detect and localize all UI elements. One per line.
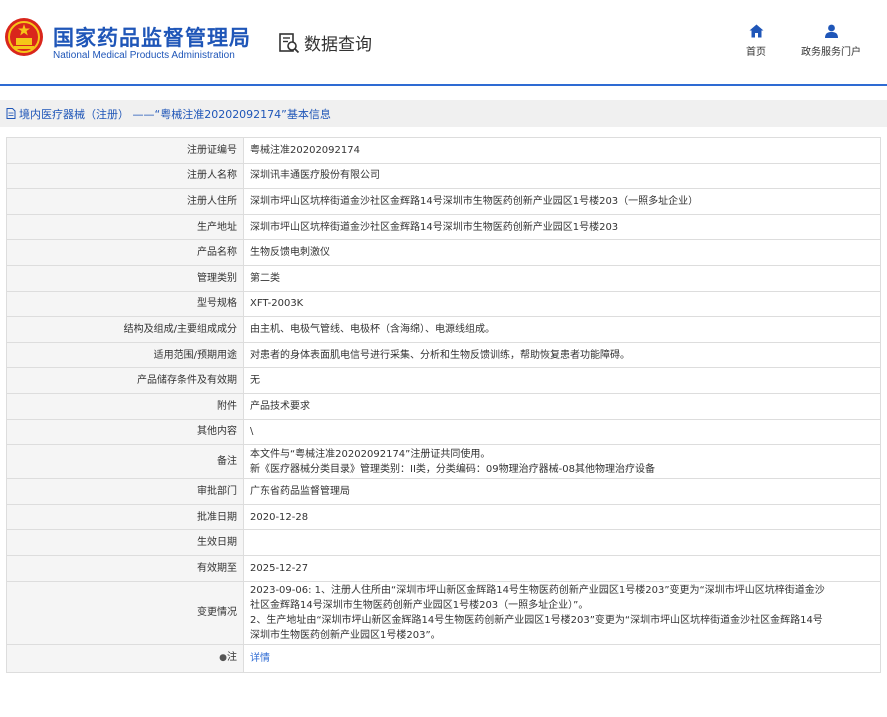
table-row: 审批部门 广东省药品监督管理局 bbox=[6, 478, 881, 505]
row-value-line: 新《医疗器械分类目录》管理类别：II类，分类编码：09物理治疗器械-08其他物理… bbox=[250, 463, 655, 475]
table-row: 产品储存条件及有效期 无 bbox=[6, 367, 881, 394]
row-label: 适用范围/预期用途 bbox=[6, 341, 244, 369]
document-search-icon bbox=[279, 32, 300, 53]
brand-title-cn[interactable]: 国家药品监督管理局 bbox=[53, 22, 251, 52]
user-icon bbox=[824, 24, 838, 38]
table-row: 注册证编号 粤械注准20202092174 bbox=[6, 137, 881, 164]
detail-table: 注册证编号 粤械注准20202092174 注册人名称 深圳讯丰通医疗股份有限公… bbox=[6, 137, 881, 673]
row-label: 型号规格 bbox=[6, 290, 244, 318]
document-icon bbox=[6, 108, 16, 119]
table-row: ●注 详情 bbox=[6, 643, 881, 673]
page-title-bar: 境内医疗器械（注册） ——“粤械注准20202092174”基本信息 bbox=[0, 100, 887, 127]
row-label: 批准日期 bbox=[6, 503, 244, 531]
table-row: 其他内容 \ bbox=[6, 418, 881, 446]
national-emblem-icon[interactable] bbox=[4, 17, 44, 57]
table-row: 结构及组成/主要组成成分 由主机、电极气管线、电极杯（含海绵）、电源线组成。 bbox=[6, 316, 881, 343]
row-label: 注册证编号 bbox=[6, 137, 244, 164]
row-value: 粤械注准20202092174 bbox=[243, 137, 881, 164]
row-label: 变更情况 bbox=[6, 580, 244, 645]
row-value-line: 2、生产地址由“深圳市坪山新区金辉路14号生物医药创新产业园区1号楼203”变更… bbox=[250, 614, 823, 626]
table-row: 注册人名称 深圳讯丰通医疗股份有限公司 bbox=[6, 162, 881, 190]
row-value-line: 深圳市生物医药创新产业园区1号楼203”。 bbox=[250, 629, 441, 641]
row-label: 管理类别 bbox=[6, 264, 244, 292]
row-value: 生物反馈电刺激仪 bbox=[243, 239, 881, 266]
row-label: 附件 bbox=[6, 392, 244, 420]
row-value-line: 本文件与“粤械注准20202092174”注册证共同使用。 bbox=[250, 448, 491, 460]
row-value: XFT-2003K bbox=[243, 290, 881, 318]
table-row: 批准日期 2020-12-28 bbox=[6, 503, 881, 531]
nav-home-label: 首页 bbox=[746, 47, 766, 58]
row-value: 无 bbox=[243, 367, 881, 394]
row-value: 2023-09-06: 1、注册人住所由“深圳市坪山新区金辉路14号生物医药创新… bbox=[243, 580, 881, 645]
pin-icon: ● bbox=[219, 653, 227, 663]
table-row: 附件 产品技术要求 bbox=[6, 392, 881, 420]
row-value: 深圳市坪山区坑梓街道金沙社区金辉路14号深圳市生物医药创新产业园区1号楼203（… bbox=[243, 188, 881, 215]
row-label: ●注 bbox=[6, 643, 244, 673]
row-label: 有效期至 bbox=[6, 554, 244, 582]
table-row: 生效日期 bbox=[6, 529, 881, 556]
data-query-label: 数据查询 bbox=[304, 35, 372, 55]
row-value-line: 2023-09-06: 1、注册人住所由“深圳市坪山新区金辉路14号生物医药创新… bbox=[250, 584, 825, 596]
details-link[interactable]: 详情 bbox=[250, 653, 270, 664]
row-value: 由主机、电极气管线、电极杯（含海绵）、电源线组成。 bbox=[243, 316, 881, 343]
site-header: 国家药品监督管理局 National Medical Products Admi… bbox=[0, 0, 887, 86]
row-label: 产品储存条件及有效期 bbox=[6, 367, 244, 394]
row-label: 生效日期 bbox=[6, 529, 244, 556]
row-label: 其他内容 bbox=[6, 418, 244, 446]
nav-home[interactable]: 首页 bbox=[738, 24, 774, 58]
table-row: 备注 本文件与“粤械注准20202092174”注册证共同使用。 新《医疗器械分… bbox=[6, 444, 881, 480]
row-value: 深圳讯丰通医疗股份有限公司 bbox=[243, 162, 881, 190]
table-row: 注册人住所 深圳市坪山区坑梓街道金沙社区金辉路14号深圳市生物医药创新产业园区1… bbox=[6, 188, 881, 215]
row-value: 本文件与“粤械注准20202092174”注册证共同使用。 新《医疗器械分类目录… bbox=[243, 444, 881, 480]
row-value: 详情 bbox=[243, 643, 881, 673]
row-label: 生产地址 bbox=[6, 213, 244, 241]
row-value: 深圳市坪山区坑梓街道金沙社区金辉路14号深圳市生物医药创新产业园区1号楼203 bbox=[243, 213, 881, 241]
row-value: 产品技术要求 bbox=[243, 392, 881, 420]
table-row: 生产地址 深圳市坪山区坑梓街道金沙社区金辉路14号深圳市生物医药创新产业园区1号… bbox=[6, 213, 881, 241]
row-value-line: 社区金辉路14号深圳市生物医药创新产业园区1号楼203（一照多址企业）”。 bbox=[250, 599, 589, 611]
table-row: 有效期至 2025-12-27 bbox=[6, 554, 881, 582]
data-query-link[interactable]: 数据查询 bbox=[278, 30, 372, 55]
row-label: 结构及组成/主要组成成分 bbox=[6, 316, 244, 343]
table-row: 适用范围/预期用途 对患者的身体表面肌电信号进行采集、分析和生物反馈训练，帮助恢… bbox=[6, 341, 881, 369]
home-icon bbox=[749, 24, 763, 38]
table-row: 管理类别 第二类 bbox=[6, 264, 881, 292]
row-label: 审批部门 bbox=[6, 478, 244, 505]
row-value bbox=[243, 529, 881, 556]
row-value: 第二类 bbox=[243, 264, 881, 292]
row-label: 产品名称 bbox=[6, 239, 244, 266]
row-value: 2025-12-27 bbox=[243, 554, 881, 582]
nav-gov-portal[interactable]: 政务服务门户 bbox=[795, 24, 867, 58]
table-row: 产品名称 生物反馈电刺激仪 bbox=[6, 239, 881, 266]
row-label: 注册人名称 bbox=[6, 162, 244, 190]
row-value: 对患者的身体表面肌电信号进行采集、分析和生物反馈训练，帮助恢复患者功能障碍。 bbox=[243, 341, 881, 369]
table-row: 型号规格 XFT-2003K bbox=[6, 290, 881, 318]
row-label: 备注 bbox=[6, 444, 244, 480]
row-label-text: 注 bbox=[227, 652, 237, 663]
row-value: 广东省药品监督管理局 bbox=[243, 478, 881, 505]
table-row: 变更情况 2023-09-06: 1、注册人住所由“深圳市坪山新区金辉路14号生… bbox=[6, 580, 881, 645]
page-title: 境内医疗器械（注册） ——“粤械注准20202092174”基本信息 bbox=[19, 107, 331, 121]
row-value: 2020-12-28 bbox=[243, 503, 881, 531]
row-label: 注册人住所 bbox=[6, 188, 244, 215]
row-value: \ bbox=[243, 418, 881, 446]
nav-gov-label: 政务服务门户 bbox=[801, 47, 861, 58]
brand-title-en[interactable]: National Medical Products Administration bbox=[53, 50, 235, 61]
